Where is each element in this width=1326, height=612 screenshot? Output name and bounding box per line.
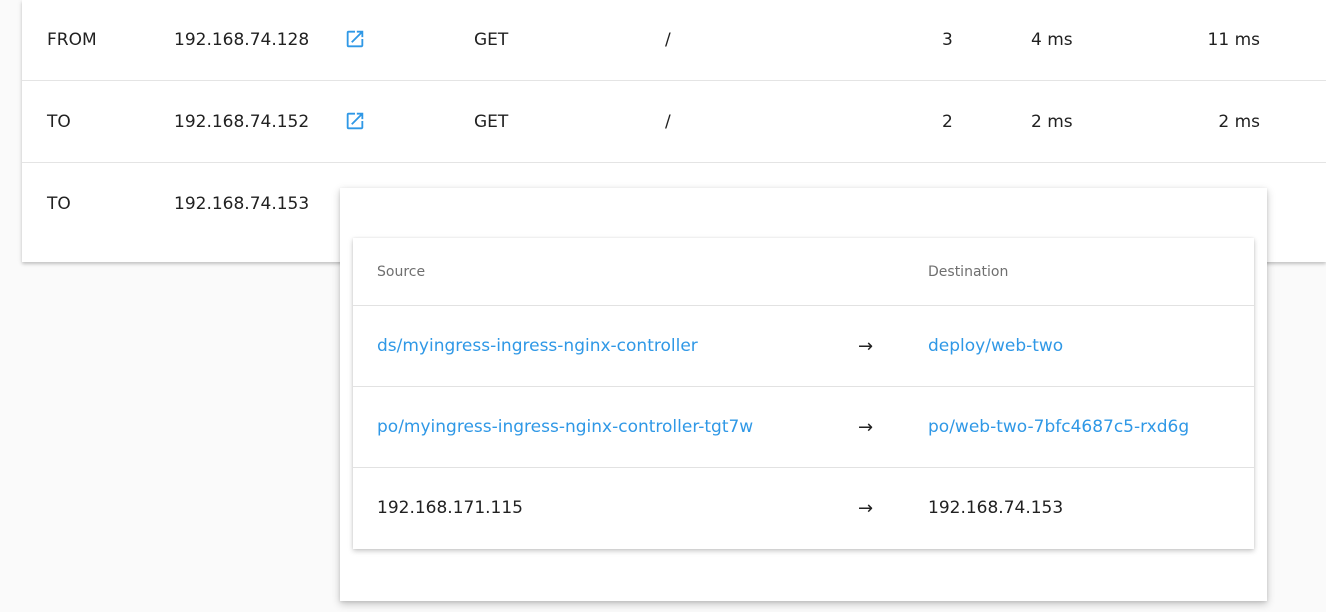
direction-cell: FROM (47, 30, 97, 50)
ip-cell: 192.168.74.128 (174, 30, 310, 50)
right-arrow-icon: → (858, 498, 874, 519)
method-cell: GET (474, 112, 509, 132)
ip-cell[interactable]: 192.168.74.153 (174, 164, 309, 245)
latency-cell: 2 ms (1218, 112, 1260, 132)
count-cell: 2 (942, 112, 953, 132)
table-row: FROM 192.168.74.128 GET / 3 4 ms 11 ms (22, 0, 1326, 81)
method-cell: GET (474, 30, 509, 50)
ip-cell: 192.168.74.152 (174, 112, 310, 132)
latency-cell: 11 ms (1207, 30, 1260, 50)
destination-link[interactable]: deploy/web-two (928, 306, 1063, 387)
destination-link[interactable]: po/web-two-7bfc4687c5-rxd6g (928, 387, 1189, 468)
route-table-header: Source Destination (353, 238, 1254, 306)
external-link-icon[interactable] (344, 110, 366, 132)
source-ip: 192.168.171.115 (377, 498, 524, 518)
route-popover: Source Destination ds/myingress-ingress-… (340, 188, 1267, 601)
destination-column-header: Destination (928, 264, 1009, 280)
path-cell: / (665, 112, 671, 132)
source-link[interactable]: ds/myingress-ingress-nginx-controller (377, 306, 698, 387)
source-link[interactable]: po/myingress-ingress-nginx-controller-tg… (377, 387, 753, 468)
right-arrow-icon: → (858, 336, 874, 357)
direction-cell: TO (47, 112, 71, 132)
destination-ip: 192.168.74.153 (928, 498, 1064, 518)
direction-cell: TO (47, 194, 71, 214)
latency-cell: 4 ms (1031, 30, 1073, 50)
route-row: ds/myingress-ingress-nginx-controller → … (353, 306, 1254, 387)
latency-cell: 2 ms (1031, 112, 1073, 132)
route-table: Source Destination ds/myingress-ingress-… (353, 238, 1254, 549)
right-arrow-icon: → (858, 417, 874, 438)
external-link-icon[interactable] (344, 28, 366, 50)
route-row: po/myingress-ingress-nginx-controller-tg… (353, 387, 1254, 468)
source-column-header: Source (377, 264, 426, 280)
path-cell: / (665, 30, 671, 50)
table-row: TO 192.168.74.152 GET / 2 2 ms 2 ms (22, 82, 1326, 163)
route-row: 192.168.171.115 → 192.168.74.153 (353, 468, 1254, 549)
count-cell: 3 (942, 30, 953, 50)
